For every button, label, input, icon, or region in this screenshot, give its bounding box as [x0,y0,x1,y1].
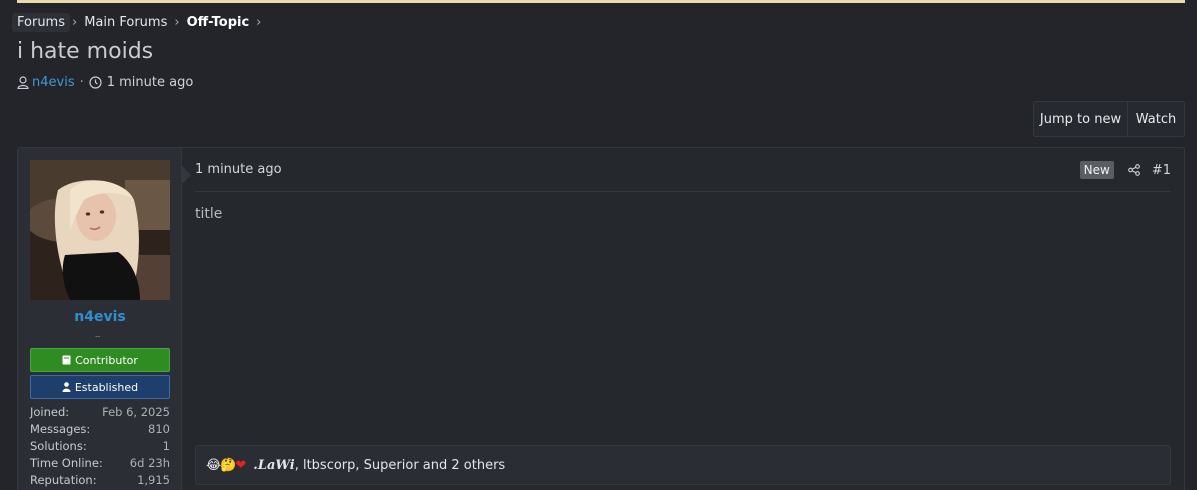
stat-label: Time Online: [30,455,103,470]
avatar[interactable] [30,160,170,300]
stat-value: 1,915 [137,472,170,487]
breadcrumb-off-topic[interactable]: Off-Topic [182,13,255,32]
user-stats: Joined: Feb 6, 2025 Messages: 810 Soluti… [30,404,170,488]
stat-label: Solutions: [30,438,87,453]
stat-messages: Messages: 810 [30,421,170,438]
heart-icon: ❤ [235,457,247,473]
reaction-user-link[interactable]: .LaWi [253,458,294,473]
post-body: 1 minute ago New #1 title 😂 🤔 ❤ .LaWi , … [195,148,1171,490]
user-panel: n4evis ⌔ Contributor Established Joined:… [18,148,182,490]
established-badge: Established [30,375,170,399]
chevron-right-icon: › [256,14,262,30]
stat-joined: Joined: Feb 6, 2025 [30,404,170,421]
contributor-badge: Contributor [30,348,170,372]
thread-time[interactable]: 1 minute ago [107,75,194,90]
post: n4evis ⌔ Contributor Established Joined:… [17,147,1185,490]
notice-bar [17,0,1185,3]
thread-author-link[interactable]: n4evis [32,75,75,90]
breadcrumb-main-forums[interactable]: Main Forums [79,13,172,32]
stat-value: Feb 6, 2025 [102,405,170,420]
stat-value: 6d 23h [129,455,170,470]
chevron-right-icon: › [72,14,78,30]
thread-actions: Jump to new Watch [1033,101,1185,137]
jump-to-new-button[interactable]: Jump to new [1034,102,1128,136]
post-content: title [195,206,223,222]
post-number-link[interactable]: #1 [1152,163,1171,178]
thread-title: i hate moids [17,39,154,64]
share-icon[interactable] [1127,164,1140,176]
meta-separator: · [79,74,84,90]
person-icon [62,382,71,392]
clock-icon [89,75,102,89]
thinking-emoji-icon: 🤔 [220,457,237,473]
stat-value: 1 [162,438,170,453]
stat-label: Reputation: [30,472,97,487]
stat-label: Joined: [30,405,70,420]
contributor-badge-label: Contributor [75,353,138,367]
post-pointer [182,166,191,184]
post-time-link[interactable]: 1 minute ago [195,162,282,177]
stat-time-online: Time Online: 6d 23h [30,454,170,471]
online-status-icon: ⌔ [94,334,102,343]
user-icon [17,75,29,89]
thread-meta: n4evis · 1 minute ago [17,73,193,91]
chevron-right-icon: › [174,14,180,30]
stat-solutions: Solutions: 1 [30,438,170,455]
stat-value[interactable]: 810 [148,422,170,436]
post-actions: New #1 [1079,160,1171,180]
breadcrumb: Forums › Main Forums › Off-Topic › [12,12,263,32]
reactions-bar[interactable]: 😂 🤔 ❤ .LaWi , ltbscorp, Superior and 2 o… [195,445,1171,485]
new-badge: New [1079,161,1114,179]
book-icon [62,355,71,365]
stat-label: Messages: [30,422,91,437]
stat-reputation: Reputation: 1,915 [30,471,170,488]
breadcrumb-forums[interactable]: Forums [12,12,70,32]
laughing-emoji-icon: 😂 [206,457,222,473]
post-header-divider [195,191,1171,192]
watch-button[interactable]: Watch [1128,102,1184,136]
reaction-users-text[interactable]: , ltbscorp, Superior and 2 others [295,458,506,473]
post-username[interactable]: n4evis [18,309,182,325]
reaction-icons: 😂 🤔 ❤ [206,457,247,473]
established-badge-label: Established [74,380,139,394]
avatar-image [30,160,170,300]
